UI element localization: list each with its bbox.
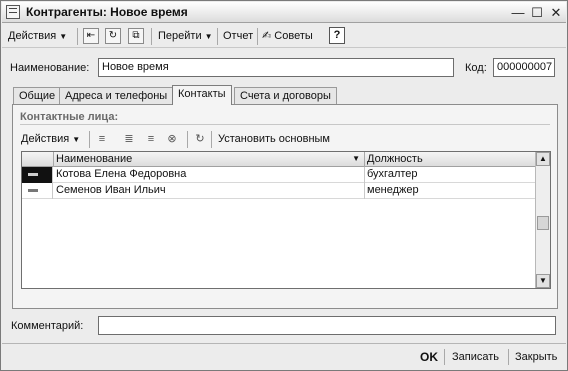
minimize-icon[interactable]: —	[510, 5, 526, 20]
tab-general[interactable]: Общие	[13, 87, 62, 104]
refresh-icon[interactable]: ↻	[105, 28, 121, 44]
scroll-down-icon[interactable]: ▼	[536, 274, 550, 288]
column-header-name-label: Наименование	[56, 153, 133, 165]
title-bar: Контрагенты: Новое время — ☐ ✕	[2, 2, 566, 23]
main-toolbar: Действия ▼ ⇤ ↻ ⧉ Перейти ▼ Отчет ✍ Совет…	[2, 24, 566, 48]
row-marker	[22, 183, 53, 199]
ok-button[interactable]: OK	[420, 348, 438, 366]
column-header-position[interactable]: Должность	[365, 152, 536, 167]
contacts-actions-label: Действия	[21, 133, 70, 145]
app-form-icon	[6, 5, 20, 19]
add-group-icon[interactable]: ≣	[122, 132, 136, 146]
window-title: Контрагенты: Новое время	[26, 5, 188, 19]
group-divider	[20, 124, 550, 125]
scroll-up-icon[interactable]: ▲	[536, 152, 550, 166]
code-label: Код:	[465, 62, 487, 74]
dialog-window: Контрагенты: Новое время — ☐ ✕ Действия …	[0, 0, 568, 371]
comment-field[interactable]	[98, 316, 556, 335]
contacts-panel: Контактные лица: Действия ▼ ≡ ≣ ≡ ⊗ ↻ Ус…	[12, 104, 558, 309]
name-field[interactable]: Новое время	[98, 58, 454, 77]
copy-structure-icon[interactable]: ⧉	[128, 28, 144, 44]
tab-contacts[interactable]: Контакты	[172, 85, 232, 105]
footer-separator	[508, 349, 509, 365]
name-label: Наименование:	[10, 62, 90, 74]
tab-addresses-phones[interactable]: Адреса и телефоны	[59, 87, 174, 104]
table-row[interactable]: Семенов Иван Ильич менеджер	[22, 183, 536, 199]
goto-menu-label: Перейти	[158, 30, 202, 42]
toolbar-separator	[151, 28, 152, 45]
table-header: Наименование ▼ Должность	[22, 152, 536, 167]
footer-divider	[2, 343, 566, 344]
contact-item-icon	[28, 173, 38, 176]
close-icon[interactable]: ✕	[548, 5, 564, 20]
set-main-button[interactable]: Установить основным	[218, 131, 330, 147]
row-marker-selected	[22, 167, 53, 183]
report-button[interactable]: Отчет	[223, 28, 253, 45]
tips-label: Советы	[274, 30, 313, 42]
table-row[interactable]: Котова Елена Федоровна бухгалтер	[22, 167, 536, 183]
contact-name-cell[interactable]: Семенов Иван Ильич	[54, 183, 365, 199]
contact-item-icon	[28, 189, 38, 192]
vertical-scrollbar[interactable]: ▲ ▼	[535, 152, 550, 288]
code-field[interactable]: 000000007	[493, 58, 555, 77]
contact-position-cell[interactable]: менеджер	[365, 183, 536, 199]
contacts-table[interactable]: Наименование ▼ Должность Котова Елена Фе…	[21, 151, 551, 289]
help-button[interactable]: ?	[329, 27, 345, 44]
contacts-actions-menu-button[interactable]: Действия ▼	[21, 131, 80, 147]
tips-button[interactable]: ✍ Советы	[262, 28, 313, 45]
toolbar-separator	[89, 131, 90, 148]
delete-row-icon[interactable]: ⊗	[165, 132, 179, 146]
add-row-icon[interactable]: ≡	[95, 132, 109, 146]
save-button[interactable]: Записать	[452, 348, 499, 366]
sort-arrow-icon: ▼	[352, 154, 360, 163]
comment-label: Комментарий:	[11, 320, 84, 332]
dropdown-arrow-icon: ▼	[72, 135, 81, 144]
toolbar-separator	[217, 28, 218, 45]
toolbar-separator	[77, 28, 78, 45]
tips-icon: ✍	[262, 30, 272, 42]
column-header-name[interactable]: Наименование ▼	[54, 152, 365, 167]
close-button[interactable]: Закрыть	[515, 348, 557, 366]
contact-position-cell[interactable]: бухгалтер	[365, 167, 536, 183]
scroll-thumb[interactable]	[537, 216, 549, 230]
tab-accounts-contracts[interactable]: Счета и договоры	[234, 87, 337, 104]
dropdown-arrow-icon: ▼	[204, 32, 213, 41]
actions-menu-label: Действия	[8, 30, 57, 42]
toolbar-separator	[187, 131, 188, 148]
go-back-icon[interactable]: ⇤	[83, 28, 99, 44]
contact-name-cell[interactable]: Котова Елена Федоровна	[54, 167, 365, 183]
actions-menu-button[interactable]: Действия ▼	[8, 28, 67, 45]
marker-column-header	[22, 152, 54, 167]
toolbar-separator	[257, 28, 258, 45]
copy-row-icon[interactable]: ≡	[144, 132, 158, 146]
contact-persons-title: Контактные лица:	[20, 111, 119, 123]
refresh-list-icon[interactable]: ↻	[193, 132, 207, 146]
toolbar-separator	[211, 131, 212, 148]
goto-menu-button[interactable]: Перейти ▼	[158, 28, 213, 45]
footer-separator	[444, 349, 445, 365]
dropdown-arrow-icon: ▼	[59, 32, 68, 41]
maximize-icon[interactable]: ☐	[529, 5, 545, 20]
